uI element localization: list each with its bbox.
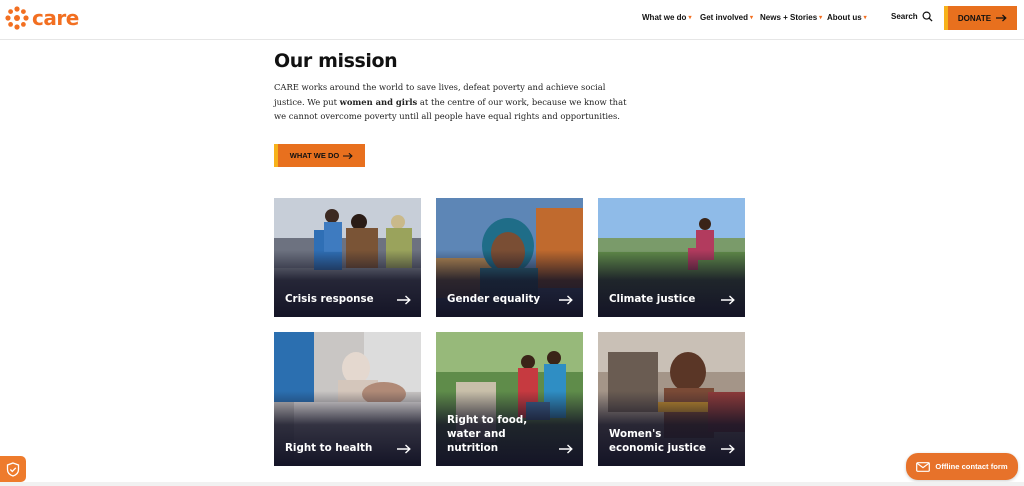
card-label: Gender equality bbox=[447, 293, 541, 305]
care-sunburst-icon bbox=[5, 6, 29, 30]
nav-label: Get involved bbox=[700, 13, 749, 22]
card-gender-equality[interactable]: Gender equality bbox=[436, 198, 583, 317]
card-label: Right to food, water and nutrition bbox=[447, 414, 528, 454]
what-we-do-button[interactable]: WHAT WE DO bbox=[274, 144, 365, 167]
card-overlay bbox=[274, 250, 421, 317]
chevron-down-icon: ▾ bbox=[863, 15, 867, 21]
card-right-to-food[interactable]: Right to food, water and nutrition bbox=[436, 332, 583, 466]
nav-label: About us bbox=[827, 13, 862, 22]
arrow-right-icon bbox=[721, 444, 735, 454]
shield-check-icon bbox=[6, 461, 20, 477]
arrow-right-icon bbox=[721, 295, 735, 305]
nav-about-us[interactable]: About us ▾ bbox=[827, 13, 867, 22]
cta-label: WHAT WE DO bbox=[289, 151, 340, 160]
card-overlay bbox=[598, 250, 745, 317]
site-header: care What we do ▾ Get involved ▾ News + … bbox=[0, 0, 1024, 40]
nav-news-stories[interactable]: News + Stories ▾ bbox=[760, 13, 822, 22]
mission-description: CARE works around the world to save live… bbox=[274, 80, 634, 124]
search-icon bbox=[922, 11, 933, 22]
privacy-shield-button[interactable] bbox=[0, 456, 26, 482]
card-label: Crisis response bbox=[285, 293, 374, 305]
nav-get-involved[interactable]: Get involved ▾ bbox=[700, 13, 753, 22]
arrow-right-icon bbox=[397, 295, 411, 305]
card-womens-economic-justice[interactable]: Women's economic justice bbox=[598, 332, 745, 466]
offline-contact-form-button[interactable]: Offline contact form bbox=[906, 453, 1018, 480]
donate-button[interactable]: DONATE bbox=[944, 6, 1017, 30]
nav-label: What we do bbox=[642, 13, 687, 22]
chevron-down-icon: ▾ bbox=[688, 15, 692, 21]
nav-label: News + Stories bbox=[760, 13, 818, 22]
card-label: Women's economic justice bbox=[609, 428, 707, 454]
donate-label: DONATE bbox=[957, 13, 992, 23]
search-label: Search bbox=[891, 12, 918, 21]
logo-wordmark: care bbox=[32, 6, 79, 30]
mail-icon bbox=[916, 461, 931, 472]
arrow-right-icon bbox=[559, 444, 573, 454]
card-right-to-health[interactable]: Right to health bbox=[274, 332, 421, 466]
contact-label: Offline contact form bbox=[935, 462, 1008, 471]
card-label: Right to health bbox=[285, 442, 373, 454]
card-overlay bbox=[436, 250, 583, 317]
arrow-right-icon bbox=[343, 152, 353, 159]
chevron-down-icon: ▾ bbox=[750, 15, 754, 21]
chevron-down-icon: ▾ bbox=[819, 15, 823, 21]
horizontal-scrollbar[interactable] bbox=[0, 482, 1024, 486]
arrow-right-icon bbox=[559, 295, 573, 305]
arrow-right-icon bbox=[996, 14, 1007, 22]
card-label: Climate justice bbox=[609, 293, 696, 305]
care-logo[interactable]: care bbox=[4, 5, 79, 31]
nav-what-we-do[interactable]: What we do ▾ bbox=[642, 13, 691, 22]
search-button[interactable]: Search bbox=[891, 11, 933, 22]
card-climate-justice[interactable]: Climate justice bbox=[598, 198, 745, 317]
page-title: Our mission bbox=[274, 50, 398, 72]
card-crisis-response[interactable]: Crisis response bbox=[274, 198, 421, 317]
arrow-right-icon bbox=[397, 444, 411, 454]
mission-text-emphasis: women and girls bbox=[339, 96, 418, 107]
